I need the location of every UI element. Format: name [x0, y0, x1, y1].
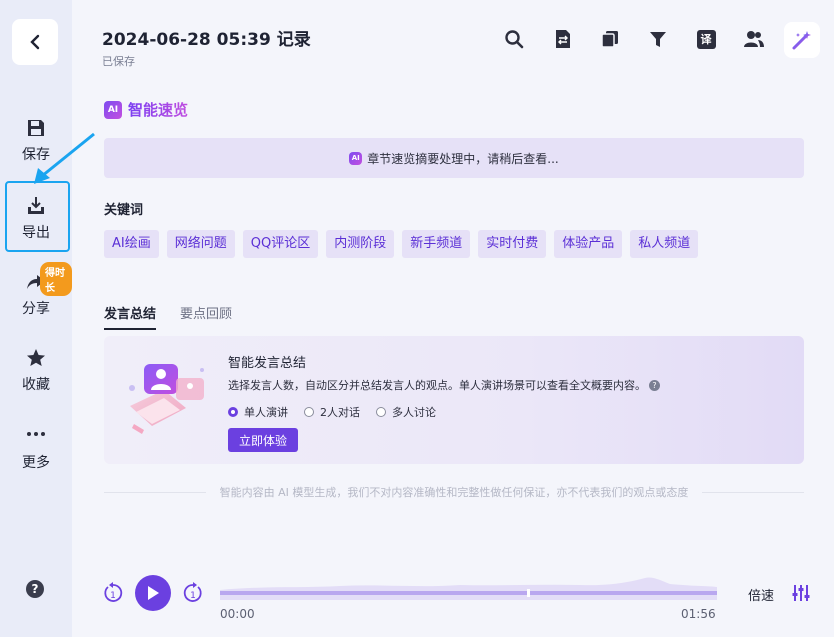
filter-icon[interactable] — [647, 28, 669, 50]
total-time: 01:56 — [681, 607, 716, 621]
speaker-summary-card: 智能发言总结 选择发言人数，自动区分并总结发言人的观点。单人演讲场景可以查看全文… — [104, 336, 804, 464]
magic-wand-button[interactable] — [784, 22, 820, 58]
audio-waveform[interactable] — [220, 574, 717, 600]
copy-icon[interactable] — [599, 28, 621, 50]
sidebar-item-label: 收藏 — [22, 377, 50, 393]
keyword-tag[interactable]: 网络问题 — [166, 230, 235, 258]
processing-banner: AI 章节速览摘要处理中，请稍后查看... — [104, 138, 804, 178]
more-icon — [27, 432, 45, 436]
play-icon — [148, 586, 159, 600]
keyword-tag[interactable]: QQ评论区 — [242, 230, 319, 258]
forward-button[interactable]: 1 — [182, 582, 204, 608]
sidebar-item-label: 导出 — [22, 225, 50, 241]
play-button[interactable] — [135, 575, 171, 611]
help-icon[interactable]: ? — [649, 379, 660, 391]
magic-wand-icon — [792, 31, 811, 50]
page-title: 2024-06-28 05:39 记录 — [102, 30, 311, 50]
sidebar-item-more[interactable]: 更多 — [0, 426, 72, 472]
keyword-tag[interactable]: 私人频道 — [630, 230, 699, 258]
option-label: 多人讨论 — [392, 406, 436, 419]
keyword-tag[interactable]: AI绘画 — [104, 230, 159, 258]
sidebar-item-favorite[interactable]: 收藏 — [0, 348, 72, 394]
keyword-tag[interactable]: 内测阶段 — [326, 230, 395, 258]
radio-icon — [376, 407, 386, 417]
equalizer-icon — [792, 585, 810, 601]
export-doc-icon[interactable] — [552, 28, 574, 50]
keywords-title: 关键词 — [104, 203, 144, 218]
summary-card-description-text: 选择发言人数，自动区分并总结发言人的观点。单人演讲场景可以查看全文概要内容。 — [228, 379, 646, 392]
translate-glyph: 译 — [696, 29, 716, 49]
download-icon — [28, 197, 44, 214]
ai-logo-icon: AI — [104, 100, 122, 119]
rewind-icon: 1 — [104, 582, 123, 602]
summary-card-title: 智能发言总结 — [228, 356, 307, 371]
smart-overview-heading: AI 智能速览 — [104, 99, 188, 120]
translate-icon[interactable]: 译 — [695, 28, 717, 50]
option-label: 2人对话 — [320, 406, 360, 419]
help-icon[interactable]: ? — [26, 580, 44, 598]
sidebar-item-export[interactable]: 导出 — [0, 196, 72, 242]
summary-card-description: 选择发言人数，自动区分并总结发言人的观点。单人演讲场景可以查看全文概要内容。 ? — [228, 377, 660, 393]
rewind-button[interactable]: 1 — [102, 582, 124, 608]
try-now-button[interactable]: 立即体验 — [228, 428, 298, 452]
option-multi-speakers[interactable]: 多人讨论 — [376, 404, 436, 420]
forward-icon: 1 — [183, 582, 202, 602]
keyword-tag[interactable]: 实时付费 — [478, 230, 547, 258]
back-button[interactable] — [12, 19, 58, 65]
radio-selected-icon — [228, 407, 238, 417]
search-icon[interactable] — [503, 28, 525, 50]
speaker-count-options: 单人演讲 2人对话 多人讨论 — [228, 404, 436, 420]
rewind-seconds: 1 — [110, 591, 116, 601]
users-icon[interactable] — [743, 28, 765, 50]
radio-icon — [304, 407, 314, 417]
summary-illustration-icon — [129, 364, 204, 434]
ai-disclaimer: 智能内容由 AI 模型生成，我们不对内容准确性和完整性做任何保证，亦不代表我们的… — [104, 484, 805, 500]
sidebar: 保存 导出 分享 得时长 收藏 更多 ? — [0, 0, 72, 637]
divider — [104, 491, 206, 493]
share-badge: 得时长 — [40, 262, 72, 296]
keyword-list: AI绘画 网络问题 QQ评论区 内测阶段 新手频道 实时付费 体验产品 私人频道 — [104, 230, 699, 258]
disclaimer-text: 智能内容由 AI 模型生成，我们不对内容准确性和完整性做任何保证，亦不代表我们的… — [219, 486, 689, 499]
keyword-tag[interactable]: 新手频道 — [402, 230, 471, 258]
keyword-tag[interactable]: 体验产品 — [554, 230, 623, 258]
tab-key-points[interactable]: 要点回顾 — [180, 303, 232, 330]
star-icon — [27, 349, 45, 366]
playback-speed-button[interactable]: 倍速 — [748, 585, 774, 604]
summary-tabs: 发言总结 要点回顾 — [104, 303, 232, 330]
tab-speaker-summary[interactable]: 发言总结 — [104, 303, 157, 330]
annotation-arrow-icon — [34, 132, 95, 184]
sidebar-item-label: 分享 — [22, 301, 50, 317]
sidebar-item-label: 更多 — [22, 455, 50, 471]
save-status: 已保存 — [102, 55, 135, 68]
option-two-speakers[interactable]: 2人对话 — [304, 404, 360, 420]
ai-logo-icon: AI — [349, 151, 363, 165]
chevron-left-icon — [30, 34, 40, 50]
processing-text: 章节速览摘要处理中，请稍后查看... — [367, 151, 559, 166]
current-time: 00:00 — [220, 607, 255, 621]
option-single-speaker[interactable]: 单人演讲 — [228, 404, 288, 420]
smart-overview-title: 智能速览 — [128, 101, 189, 119]
equalizer-button[interactable] — [792, 584, 810, 606]
divider — [702, 491, 805, 493]
option-label: 单人演讲 — [244, 406, 288, 419]
forward-seconds: 1 — [190, 591, 196, 601]
